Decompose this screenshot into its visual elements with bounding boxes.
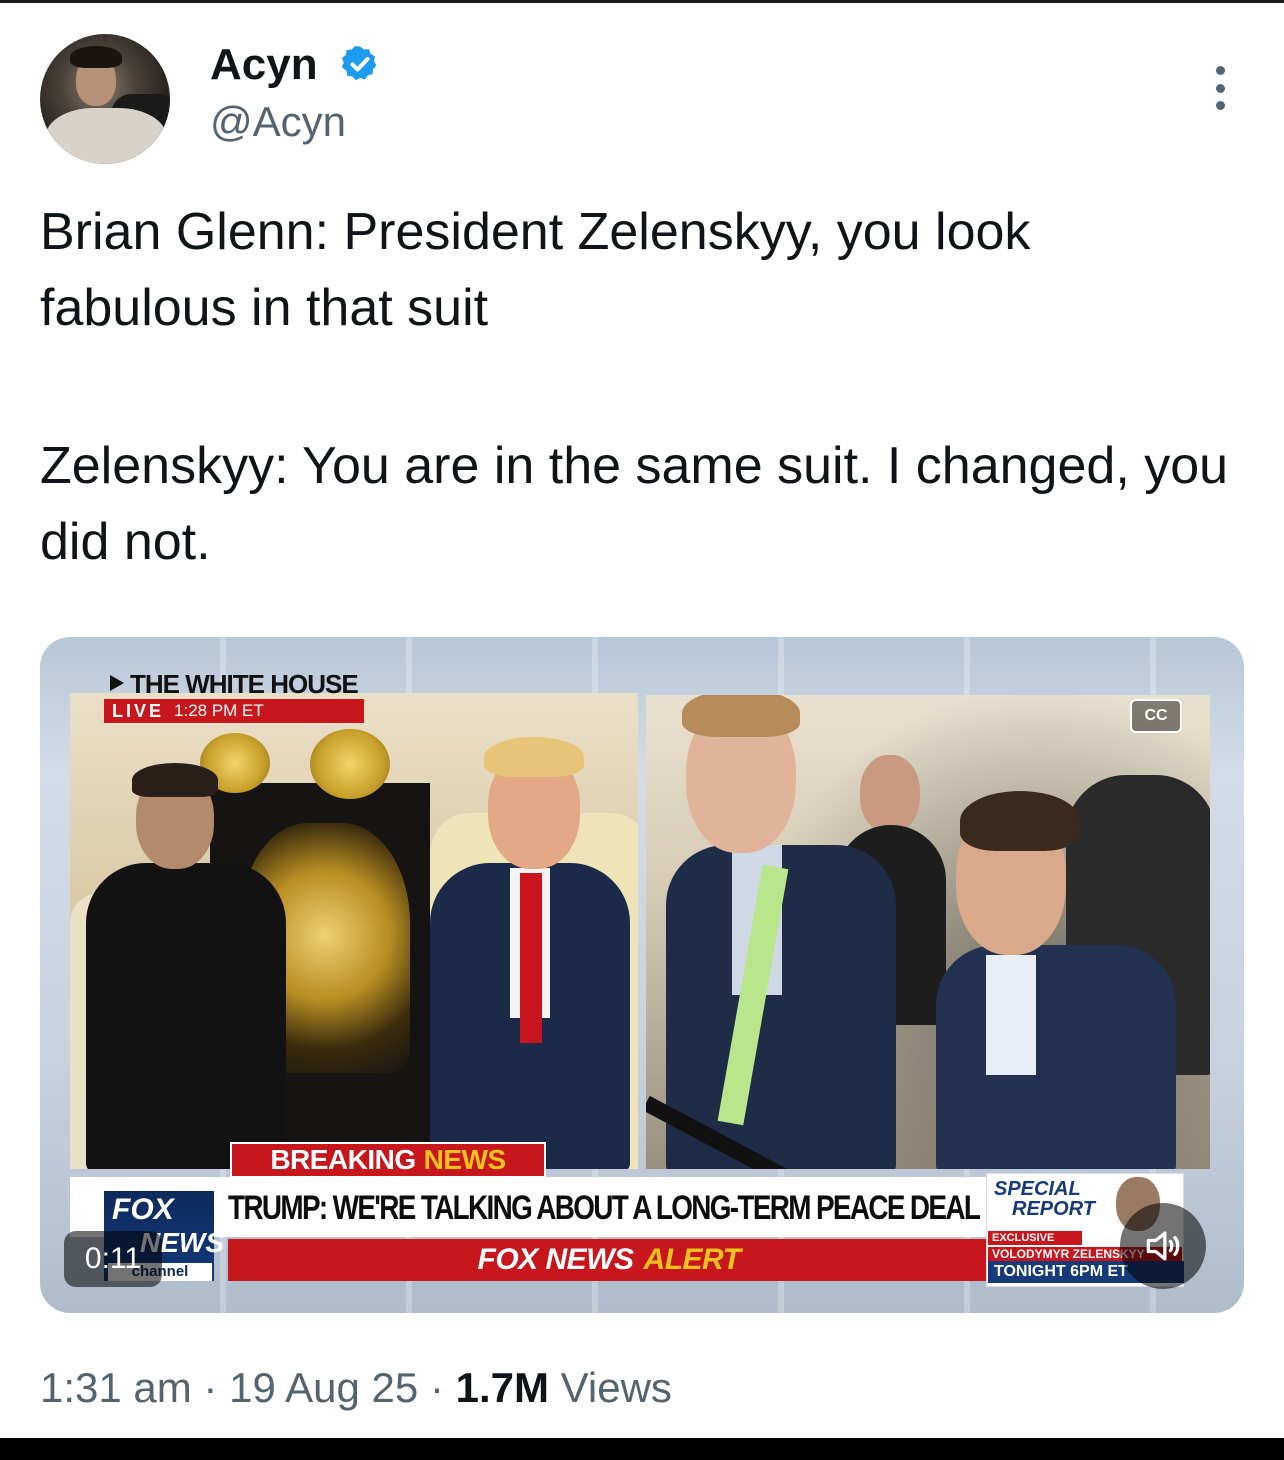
avatar[interactable] xyxy=(40,34,170,164)
headline-chyron: TRUMP: WE'RE TALKING ABOUT A LONG-TERM P… xyxy=(228,1188,981,1227)
tweet-text-line1: Brian Glenn: President Zelenskyy, you lo… xyxy=(40,203,1031,337)
live-bar: LIVE 1:28 PM ET xyxy=(104,699,364,723)
video-timer: 0:11 xyxy=(64,1231,162,1287)
exclusive-label: EXCLUSIVE xyxy=(988,1231,1082,1245)
breaking-news-label: NEWS xyxy=(423,1144,507,1175)
special-report-title: SPECIAL REPORT xyxy=(994,1179,1095,1219)
meta-separator: · xyxy=(418,1364,456,1411)
views-label: Views xyxy=(548,1364,672,1411)
tweet-time[interactable]: 1:31 am xyxy=(40,1364,192,1411)
live-label: LIVE xyxy=(112,700,165,721)
verified-badge-icon xyxy=(342,46,377,81)
more-options-icon[interactable] xyxy=(1208,66,1232,110)
special-line1: SPECIAL xyxy=(994,1178,1081,1200)
speaker-glyph-icon xyxy=(1146,1231,1180,1261)
tweet-date[interactable]: 19 Aug 25 xyxy=(229,1364,418,1411)
alert-prefix: FOX NEWS xyxy=(477,1243,635,1276)
author-handle[interactable]: @Acyn xyxy=(210,98,346,146)
author-name[interactable]: Acyn xyxy=(210,40,318,90)
closed-captions-button[interactable]: CC xyxy=(1130,699,1182,733)
play-indicator-icon xyxy=(110,675,124,691)
breaking-label: BREAKING xyxy=(270,1144,416,1175)
meta-separator: · xyxy=(191,1364,230,1411)
alert-bar: FOX NEWS ALERT xyxy=(228,1239,990,1281)
top-divider xyxy=(0,0,1284,3)
speaker-icon[interactable] xyxy=(1120,1203,1206,1289)
views-count: 1.7M xyxy=(455,1364,549,1411)
breaking-news-banner: BREAKING NEWS xyxy=(230,1142,546,1178)
video-frame-right xyxy=(646,695,1210,1169)
live-time: 1:28 PM ET xyxy=(174,701,264,720)
location-label: THE WHITE HOUSE xyxy=(130,669,359,699)
video-frame-left xyxy=(70,693,638,1169)
special-line2: REPORT xyxy=(1012,1198,1095,1220)
alert-word: ALERT xyxy=(643,1243,741,1276)
bottom-bar xyxy=(0,1438,1284,1460)
tweet-text-line2: Zelenskyy: You are in the same suit. I c… xyxy=(40,437,1229,571)
video-player[interactable]: THE WHITE HOUSE LIVE 1:28 PM ET CC BREAK… xyxy=(40,637,1244,1313)
logo-fox-text: FOX xyxy=(112,1193,174,1226)
tweet-meta: 1:31 am · 19 Aug 25 · 1.7M Views xyxy=(40,1364,672,1412)
